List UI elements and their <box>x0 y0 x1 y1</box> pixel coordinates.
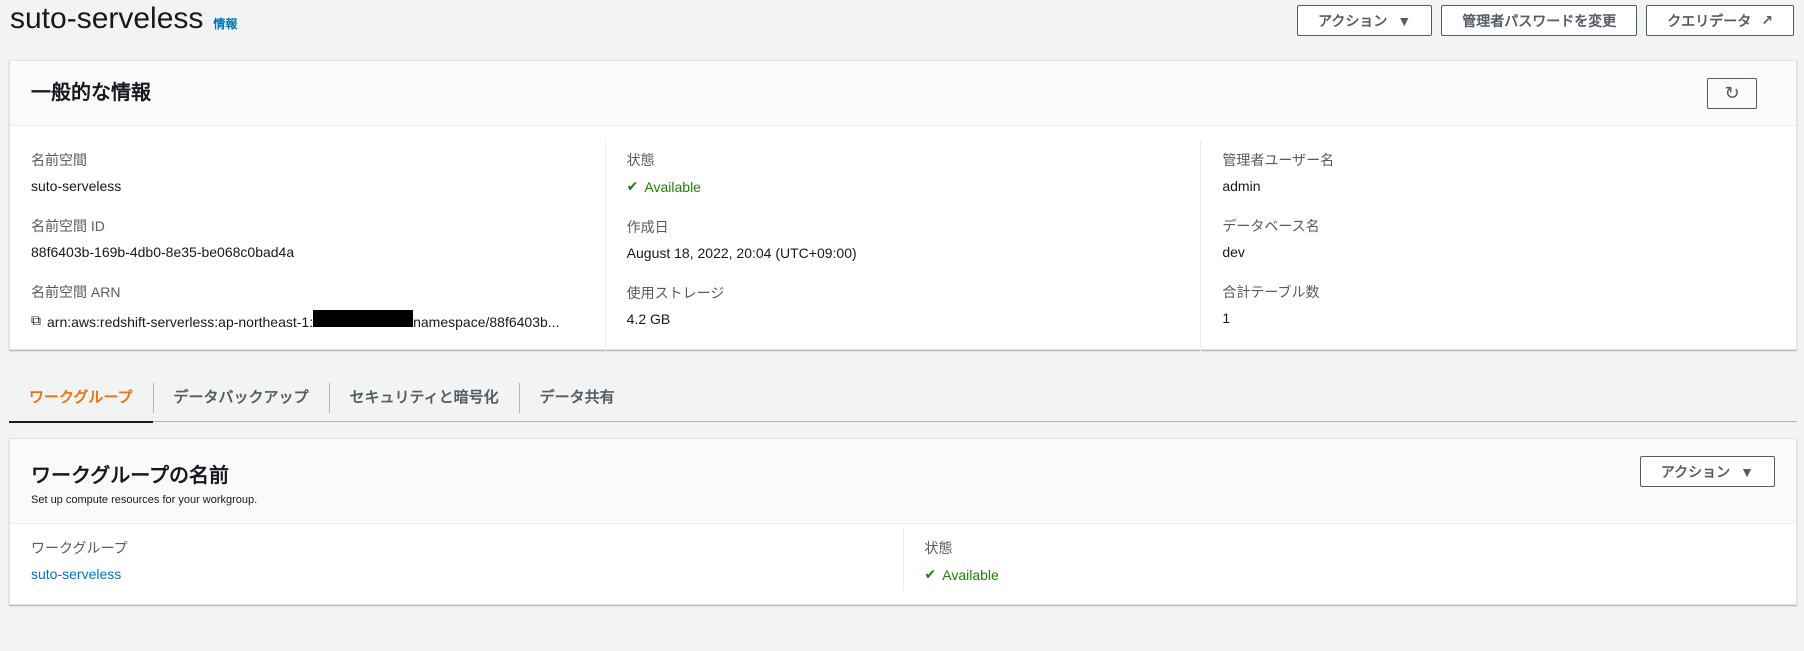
workgroup-label: ワークグループ <box>31 540 128 556</box>
arn-value: ⧉ arn:aws:redshift-serverless:ap-northeas… <box>31 310 584 330</box>
arn-label: 名前空間 ARN <box>31 284 121 300</box>
workgroup-link[interactable]: suto-serveless <box>31 566 882 582</box>
workgroup-actions-label: アクション <box>1660 463 1731 480</box>
query-data-button[interactable]: クエリデータ ↗ <box>1646 5 1794 36</box>
namespace-id-label: 名前空間 ID <box>31 218 105 234</box>
workgroup-actions-button[interactable]: アクション ▼ <box>1639 456 1775 487</box>
tables-value: 1 <box>1222 310 1231 326</box>
tab-datashare[interactable]: データ共有 <box>518 382 635 413</box>
change-password-button[interactable]: 管理者パスワードを変更 <box>1441 5 1638 36</box>
workgroup-panel: ワークグループの名前 Set up compute resources for … <box>9 438 1797 605</box>
refresh-icon: ↻ <box>1724 83 1740 103</box>
status-label: 状態 <box>626 152 655 168</box>
db-value: dev <box>1222 244 1245 260</box>
actions-button[interactable]: アクション ▼ <box>1297 5 1433 36</box>
check-circle-icon: ✔ <box>626 178 639 194</box>
db-label: データベース名 <box>1222 218 1320 234</box>
tab-security[interactable]: セキュリティと暗号化 <box>328 382 519 413</box>
page-title-row: suto-serveless 情報 <box>10 2 237 36</box>
status-text: Available <box>644 178 701 195</box>
workgroup-status-text: Available <box>942 566 999 583</box>
status-value: ✔ Available <box>627 178 1180 195</box>
caret-down-icon: ▼ <box>1740 463 1754 480</box>
tables-label: 合計テーブル数 <box>1222 284 1320 300</box>
info-link[interactable]: 情報 <box>213 15 237 32</box>
workgroup-title: ワークグループの名前 <box>31 465 229 487</box>
created-label: 作成日 <box>626 219 669 235</box>
general-info-panel: 一般的な情報 ↻ 名前空間 suto-serveless 名前空間 ID 88f… <box>9 60 1797 352</box>
storage-label: 使用ストレージ <box>626 285 725 301</box>
admin-value: admin <box>1222 178 1261 194</box>
copy-icon[interactable]: ⧉ <box>31 312 41 329</box>
page-title: suto-serveless <box>10 2 204 35</box>
tab-bar: ワークグループ データバックアップ セキュリティと暗号化 データ共有 <box>9 374 1797 423</box>
actions-label: アクション <box>1318 12 1388 29</box>
namespace-value: suto-serveless <box>31 178 122 194</box>
caret-down-icon: ▼ <box>1397 12 1412 29</box>
admin-label: 管理者ユーザー名 <box>1222 152 1335 168</box>
general-info-title: 一般的な情報 <box>31 82 151 104</box>
tab-workgroup[interactable]: ワークグループ <box>9 383 153 423</box>
workgroup-status-label: 状態 <box>924 540 953 556</box>
tab-data-backup[interactable]: データバックアップ <box>152 382 329 413</box>
storage-value: 4.2 GB <box>626 311 671 327</box>
namespace-label: 名前空間 <box>31 152 87 168</box>
workgroup-status: ✔ Available <box>925 566 1776 583</box>
arn-suffix: namespace/88f6403b... <box>413 314 560 330</box>
arn-prefix: arn:aws:redshift-serverless:ap-northeast… <box>47 314 314 330</box>
workgroup-subtitle: Set up compute resources for your workgr… <box>31 494 258 506</box>
created-value: August 18, 2022, 20:04 (UTC+09:00) <box>626 245 857 261</box>
query-data-label: クエリデータ <box>1667 12 1752 29</box>
redaction <box>313 310 414 327</box>
namespace-id-value: 88f6403b-169b-4db0-8e35-be068c0bad4a <box>31 244 295 260</box>
check-circle-icon: ✔ <box>924 566 937 582</box>
external-link-icon: ↗ <box>1761 12 1773 28</box>
refresh-button[interactable]: ↻ <box>1707 78 1757 109</box>
